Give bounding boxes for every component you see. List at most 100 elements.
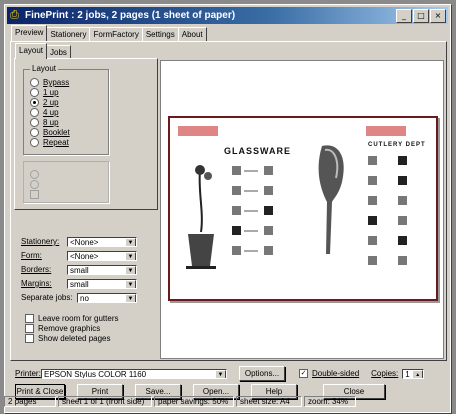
printer-value: EPSON Stylus COLOR 1160 — [44, 369, 147, 379]
options-button[interactable]: Options... — [239, 366, 285, 381]
status-sheet-size: sheet size: A4 — [236, 396, 302, 407]
separate-jobs-value: no — [80, 293, 89, 303]
close-window-button[interactable]: × — [430, 9, 446, 23]
layout-group-title: Layout — [30, 64, 59, 73]
fineprint-window: ⎙ FinePrint : 2 jobs, 2 pages (1 sheet o… — [4, 4, 451, 413]
product-thumb — [264, 226, 273, 235]
form-select[interactable]: <None> ▼ — [67, 250, 137, 261]
radio-button-selected[interactable] — [30, 98, 39, 107]
maximize-button[interactable]: □ — [413, 9, 429, 23]
printer-row: Printer: EPSON Stylus COLOR 1160 ▼ Option… — [15, 366, 425, 381]
minimize-button[interactable]: _ — [396, 9, 412, 23]
product-thumb — [368, 176, 377, 185]
caption — [244, 170, 258, 172]
show-deleted-checkbox-row[interactable]: Show deleted pages — [25, 334, 111, 343]
radio-label: 4 up — [43, 108, 59, 117]
double-sided-checkbox[interactable]: ✓ — [299, 369, 308, 378]
caption — [244, 190, 258, 192]
product-thumb — [232, 246, 241, 255]
radio-label: Repeat — [43, 138, 69, 147]
remove-graphics-checkbox[interactable] — [25, 324, 34, 333]
tab-layout[interactable]: Layout — [15, 43, 48, 59]
radio-booklet[interactable]: Booklet — [30, 128, 70, 137]
margins-value: small — [70, 279, 89, 289]
left-page-title: GLASSWARE — [224, 146, 292, 156]
chevron-down-icon[interactable]: ▼ — [125, 265, 136, 274]
stationery-select[interactable]: <None> ▼ — [67, 236, 137, 247]
margins-row: Margins: small ▼ — [21, 278, 137, 289]
radio-button[interactable] — [30, 138, 39, 147]
radio-label: 2 up — [43, 98, 59, 107]
right-page-title: CUTLERY DEPT — [368, 142, 426, 148]
product-thumb — [368, 156, 377, 165]
product-thumb — [398, 216, 407, 225]
margins-select[interactable]: small ▼ — [67, 278, 137, 289]
radio-button[interactable] — [30, 78, 39, 87]
product-thumb — [368, 216, 377, 225]
double-sided-label: Double-sided — [312, 369, 360, 378]
layout-group: Layout Bypass 1 up 2 up 4 up 8 up Bookle… — [23, 64, 109, 155]
radio-4up[interactable]: 4 up — [30, 108, 59, 117]
chevron-down-icon[interactable]: ▼ — [215, 369, 226, 378]
borders-value: small — [70, 265, 89, 275]
tab-preview[interactable]: Preview — [11, 25, 48, 41]
show-deleted-checkbox[interactable] — [25, 334, 34, 343]
stationery-label: Stationery: — [21, 237, 60, 246]
chevron-down-icon[interactable]: ▼ — [125, 293, 136, 302]
product-thumb — [398, 196, 407, 205]
gutters-checkbox[interactable] — [25, 314, 34, 323]
gutters-checkbox-row[interactable]: Leave room for gutters — [25, 314, 118, 323]
product-thumb — [398, 236, 407, 245]
product-thumb — [264, 186, 273, 195]
borders-row: Borders: small ▼ — [21, 264, 137, 275]
radio-8up[interactable]: 8 up — [30, 118, 59, 127]
glassware-photo — [186, 165, 216, 269]
radio-repeat[interactable]: Repeat — [30, 138, 69, 147]
separate-jobs-label: Separate jobs: — [21, 293, 73, 302]
radio-1up[interactable]: 1 up — [30, 88, 59, 97]
chevron-down-icon[interactable]: ▼ — [125, 237, 136, 246]
chevron-down-icon[interactable]: ▼ — [125, 279, 136, 288]
borders-select[interactable]: small ▼ — [67, 264, 137, 275]
separate-jobs-row: Separate jobs: no ▼ — [21, 292, 137, 303]
stationery-row: Stationery: <None> ▼ — [21, 236, 137, 247]
remove-graphics-checkbox-row[interactable]: Remove graphics — [25, 324, 100, 333]
product-thumb — [264, 246, 273, 255]
title-bar[interactable]: ⎙ FinePrint : 2 jobs, 2 pages (1 sheet o… — [7, 7, 448, 24]
stationery-value: <None> — [70, 237, 99, 247]
disabled-option — [30, 180, 43, 189]
tab-formfactory[interactable]: FormFactory — [89, 27, 143, 41]
radio-button[interactable] — [30, 118, 39, 127]
radio-button-disabled — [30, 170, 39, 179]
tab-settings[interactable]: Settings — [141, 27, 179, 41]
product-thumb — [368, 256, 377, 265]
copies-label: Copies: — [371, 369, 399, 378]
radio-label: Booklet — [43, 128, 70, 137]
checkbox-disabled — [30, 190, 39, 199]
spin-arrows-icon[interactable]: ▲ — [412, 369, 424, 378]
print-preview-area[interactable]: GLASSWARE CUTLERY DEPT — [160, 60, 444, 359]
separate-jobs-select[interactable]: no ▼ — [77, 292, 137, 303]
radio-bypass[interactable]: Bypass — [30, 78, 69, 87]
chevron-down-icon[interactable]: ▼ — [125, 251, 136, 260]
gutters-label: Leave room for gutters — [38, 314, 119, 323]
radio-2up[interactable]: 2 up — [30, 98, 59, 107]
tab-stationery[interactable]: Stationery — [46, 27, 91, 41]
product-thumb — [232, 166, 241, 175]
radio-button[interactable] — [30, 88, 39, 97]
copies-stepper[interactable]: 1 ▲ — [402, 368, 425, 379]
disabled-group — [23, 161, 109, 203]
product-thumb — [368, 196, 377, 205]
printer-select[interactable]: EPSON Stylus COLOR 1160 ▼ — [41, 368, 227, 379]
radio-button[interactable] — [30, 128, 39, 137]
tab-jobs[interactable]: Jobs — [46, 45, 71, 59]
product-thumb — [398, 156, 407, 165]
form-value: <None> — [70, 251, 99, 261]
tab-about[interactable]: About — [177, 27, 207, 41]
status-savings: paper savings: 50% — [154, 396, 234, 407]
radio-button[interactable] — [30, 108, 39, 117]
left-page-preview: GLASSWARE — [174, 122, 299, 292]
caption — [244, 210, 258, 212]
layout-subpanel: Layout Bypass 1 up 2 up 4 up 8 up Bookle… — [14, 58, 158, 210]
status-pages: 2 pages — [4, 396, 56, 407]
